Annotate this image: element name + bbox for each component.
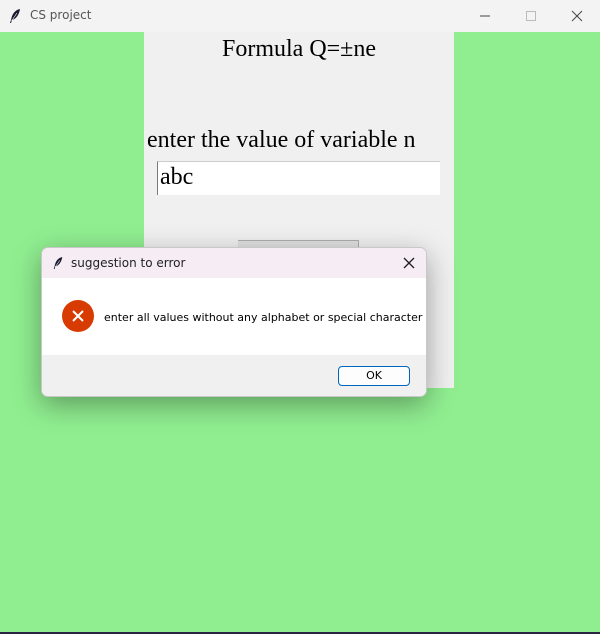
feather-icon	[52, 255, 64, 269]
maximize-button[interactable]	[508, 0, 554, 32]
minimize-icon	[480, 15, 490, 17]
close-icon	[571, 10, 583, 22]
close-button[interactable]	[554, 0, 600, 32]
dialog-titlebar[interactable]: suggestion to error	[42, 248, 426, 278]
error-x-icon	[62, 300, 94, 332]
window-title: CS project	[30, 8, 92, 22]
error-message: enter all values without any alphabet or…	[104, 311, 423, 324]
prompt-label: enter the value of variable n	[147, 127, 416, 153]
window-titlebar[interactable]: CS project	[0, 0, 600, 32]
ok-button[interactable]: OK	[338, 366, 410, 386]
close-icon	[403, 257, 415, 269]
error-dialog: suggestion to error enter all values wit…	[41, 247, 427, 397]
dialog-title: suggestion to error	[71, 256, 186, 270]
formula-label: Formula Q=±ne	[221, 36, 377, 62]
maximize-icon	[526, 11, 536, 21]
n-value-input[interactable]: abc	[157, 161, 440, 195]
minimize-button[interactable]	[462, 0, 508, 32]
dialog-close-button[interactable]	[398, 252, 420, 274]
feather-icon	[8, 8, 22, 24]
dialog-footer: OK	[42, 355, 426, 396]
